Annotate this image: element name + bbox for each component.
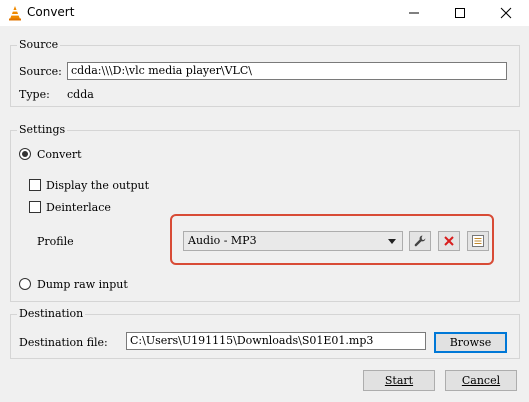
new-profile-button[interactable] bbox=[467, 231, 489, 251]
vlc-cone-icon bbox=[7, 5, 23, 21]
type-label: Type: bbox=[19, 88, 50, 101]
deinterlace-label[interactable]: Deinterlace bbox=[46, 201, 111, 214]
profile-dropdown[interactable]: Audio - MP3 bbox=[183, 231, 403, 251]
minimize-button[interactable] bbox=[391, 0, 437, 26]
wrench-icon bbox=[414, 235, 426, 247]
settings-group-title: Settings bbox=[17, 123, 68, 136]
convert-radio[interactable] bbox=[19, 148, 31, 160]
destination-file-input[interactable]: C:\Users\U191115\Downloads\S01E01.mp3 bbox=[126, 332, 426, 350]
profile-dropdown-value: Audio - MP3 bbox=[188, 234, 257, 247]
source-label: Source: bbox=[19, 65, 62, 78]
cancel-button-label: Cancel bbox=[461, 374, 501, 387]
deinterlace-checkbox[interactable] bbox=[29, 201, 41, 213]
convert-label[interactable]: Convert bbox=[37, 148, 82, 161]
delete-profile-button[interactable] bbox=[438, 231, 460, 251]
start-button[interactable]: Start bbox=[363, 370, 435, 391]
destination-file-label: Destination file: bbox=[19, 336, 108, 349]
window-title: Convert bbox=[27, 5, 75, 19]
cancel-button[interactable]: Cancel bbox=[445, 370, 517, 391]
maximize-button[interactable] bbox=[437, 0, 483, 26]
start-button-label: Start bbox=[384, 374, 414, 387]
dump-raw-label[interactable]: Dump raw input bbox=[37, 278, 128, 291]
close-icon bbox=[500, 7, 512, 19]
display-output-label[interactable]: Display the output bbox=[46, 179, 149, 192]
display-output-checkbox[interactable] bbox=[29, 179, 41, 191]
list-icon bbox=[472, 235, 484, 247]
type-value: cdda bbox=[67, 88, 94, 101]
close-button[interactable] bbox=[483, 0, 529, 26]
source-input[interactable]: cdda:\\\D:\vlc media player\VLC\ bbox=[67, 62, 507, 80]
edit-profile-button[interactable] bbox=[409, 231, 431, 251]
radio-selected-dot bbox=[22, 151, 28, 157]
minimize-icon bbox=[409, 12, 419, 14]
dump-raw-radio[interactable] bbox=[19, 278, 31, 290]
chevron-down-icon bbox=[388, 239, 396, 244]
maximize-icon bbox=[455, 8, 465, 18]
red-x-icon bbox=[444, 236, 454, 246]
destination-group-title: Destination bbox=[17, 307, 86, 320]
source-group-title: Source bbox=[17, 38, 61, 51]
browse-button[interactable]: Browse bbox=[434, 332, 507, 353]
profile-label: Profile bbox=[37, 235, 74, 248]
